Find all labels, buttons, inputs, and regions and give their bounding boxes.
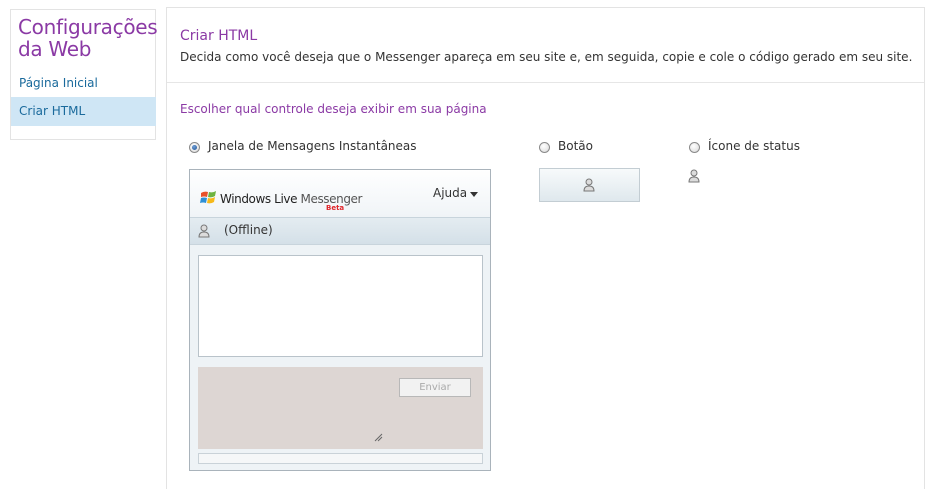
user-status-icon <box>198 224 210 238</box>
status-bar: (Offline) <box>190 217 490 245</box>
windows-flag-icon <box>200 191 216 204</box>
option-button-label: Botão <box>558 139 593 153</box>
page-title: Criar HTML <box>180 28 258 44</box>
radio-button[interactable] <box>539 142 550 153</box>
sidebar-title-line1: Configurações <box>18 15 158 39</box>
option-im-window-label: Janela de Mensagens Instantâneas <box>208 139 417 153</box>
user-status-icon <box>583 178 595 192</box>
resize-grip-icon[interactable] <box>374 433 383 442</box>
sidebar-item-home[interactable]: Página Inicial <box>19 76 98 90</box>
section-heading: Escolher qual controle deseja exibir em … <box>180 102 487 116</box>
status-text: (Offline) <box>224 223 273 237</box>
sidebar-item-label: Criar HTML <box>19 104 86 118</box>
radio-im-window[interactable] <box>189 142 200 153</box>
messenger-button-preview <box>539 168 640 202</box>
sidebar-title-line2: da Web <box>18 37 92 61</box>
user-status-icon <box>688 169 700 183</box>
divider <box>167 82 924 83</box>
compose-area[interactable]: Enviar <box>198 367 483 449</box>
windows-live-messenger-logo: Windows Live Messenger Beta <box>200 189 362 213</box>
send-button[interactable]: Enviar <box>399 378 471 397</box>
radio-status-icon[interactable] <box>689 142 700 153</box>
conversation-area <box>198 255 483 357</box>
beta-badge: Beta <box>326 204 345 212</box>
messenger-header: Windows Live Messenger Beta Ajuda <box>190 170 490 217</box>
sidebar-title: Configurações da Web <box>18 16 158 60</box>
help-menu[interactable]: Ajuda <box>433 186 467 200</box>
page-description: Decida como você deseja que o Messenger … <box>180 50 913 64</box>
option-status-icon-label: Ícone de status <box>708 139 800 153</box>
sidebar-item-create-html[interactable]: Criar HTML <box>11 97 156 126</box>
messenger-footer <box>198 453 483 464</box>
messenger-window-preview: Windows Live Messenger Beta Ajuda (Offli… <box>189 169 491 471</box>
sidebar: Configurações da Web Página Inicial Cria… <box>10 9 158 140</box>
status-icon-preview <box>688 169 700 183</box>
main-panel: Criar HTML Decida como você deseja que o… <box>166 7 925 489</box>
logo-windows-live: Windows Live <box>220 192 298 206</box>
chevron-down-icon[interactable] <box>470 192 478 197</box>
